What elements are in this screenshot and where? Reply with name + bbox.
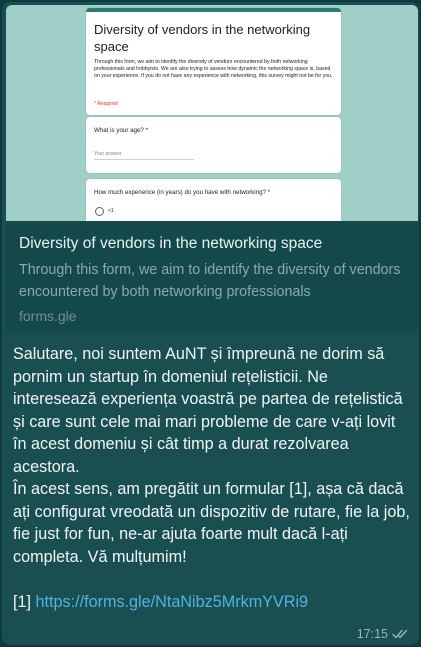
reference-line: [1] https://forms.gle/NtaNibz5MrkmYVRi9	[13, 591, 411, 614]
preview-image[interactable]: Diversity of vendors in the networking s…	[6, 5, 418, 221]
link-preview[interactable]: Diversity of vendors in the networking s…	[6, 5, 418, 333]
message-bubble: Diversity of vendors in the networking s…	[2, 2, 419, 645]
message-paragraph: În acest sens, am pregătit un formular […	[13, 480, 410, 566]
message-meta: 17:15	[357, 627, 409, 641]
answer-field: Your answer	[94, 151, 194, 160]
form-required-note: * Required	[94, 101, 118, 107]
radio-icon	[95, 207, 104, 216]
preview-domain: forms.gle	[19, 308, 77, 324]
form-question-card: How much experience (in years) do you ha…	[86, 179, 341, 221]
radio-option-label: <1	[108, 208, 114, 214]
preview-description: Through this form, we aim to identify th…	[19, 262, 401, 300]
question-label: How much experience (in years) do you ha…	[94, 189, 271, 196]
message-time: 17:15	[356, 627, 388, 641]
reference-link[interactable]: https://forms.gle/NtaNibz5MrkmYVRi9	[36, 593, 309, 611]
message-paragraph: Salutare, noi suntem AuNT și împreună ne…	[13, 345, 403, 476]
double-check-icon	[392, 629, 408, 639]
form-description: Through this form, we aim to identify th…	[94, 59, 333, 79]
message-text: Salutare, noi suntem AuNT și împreună ne…	[13, 343, 411, 613]
preview-title[interactable]: Diversity of vendors in the networking s…	[19, 235, 409, 253]
form-question-card: What is your age? * Your answer	[86, 117, 341, 173]
form-header-card: Diversity of vendors in the networking s…	[86, 8, 341, 115]
question-label: What is your age? *	[94, 127, 148, 134]
reference-marker: [1]	[13, 592, 31, 611]
form-title: Diversity of vendors in the networking s…	[94, 22, 311, 54]
